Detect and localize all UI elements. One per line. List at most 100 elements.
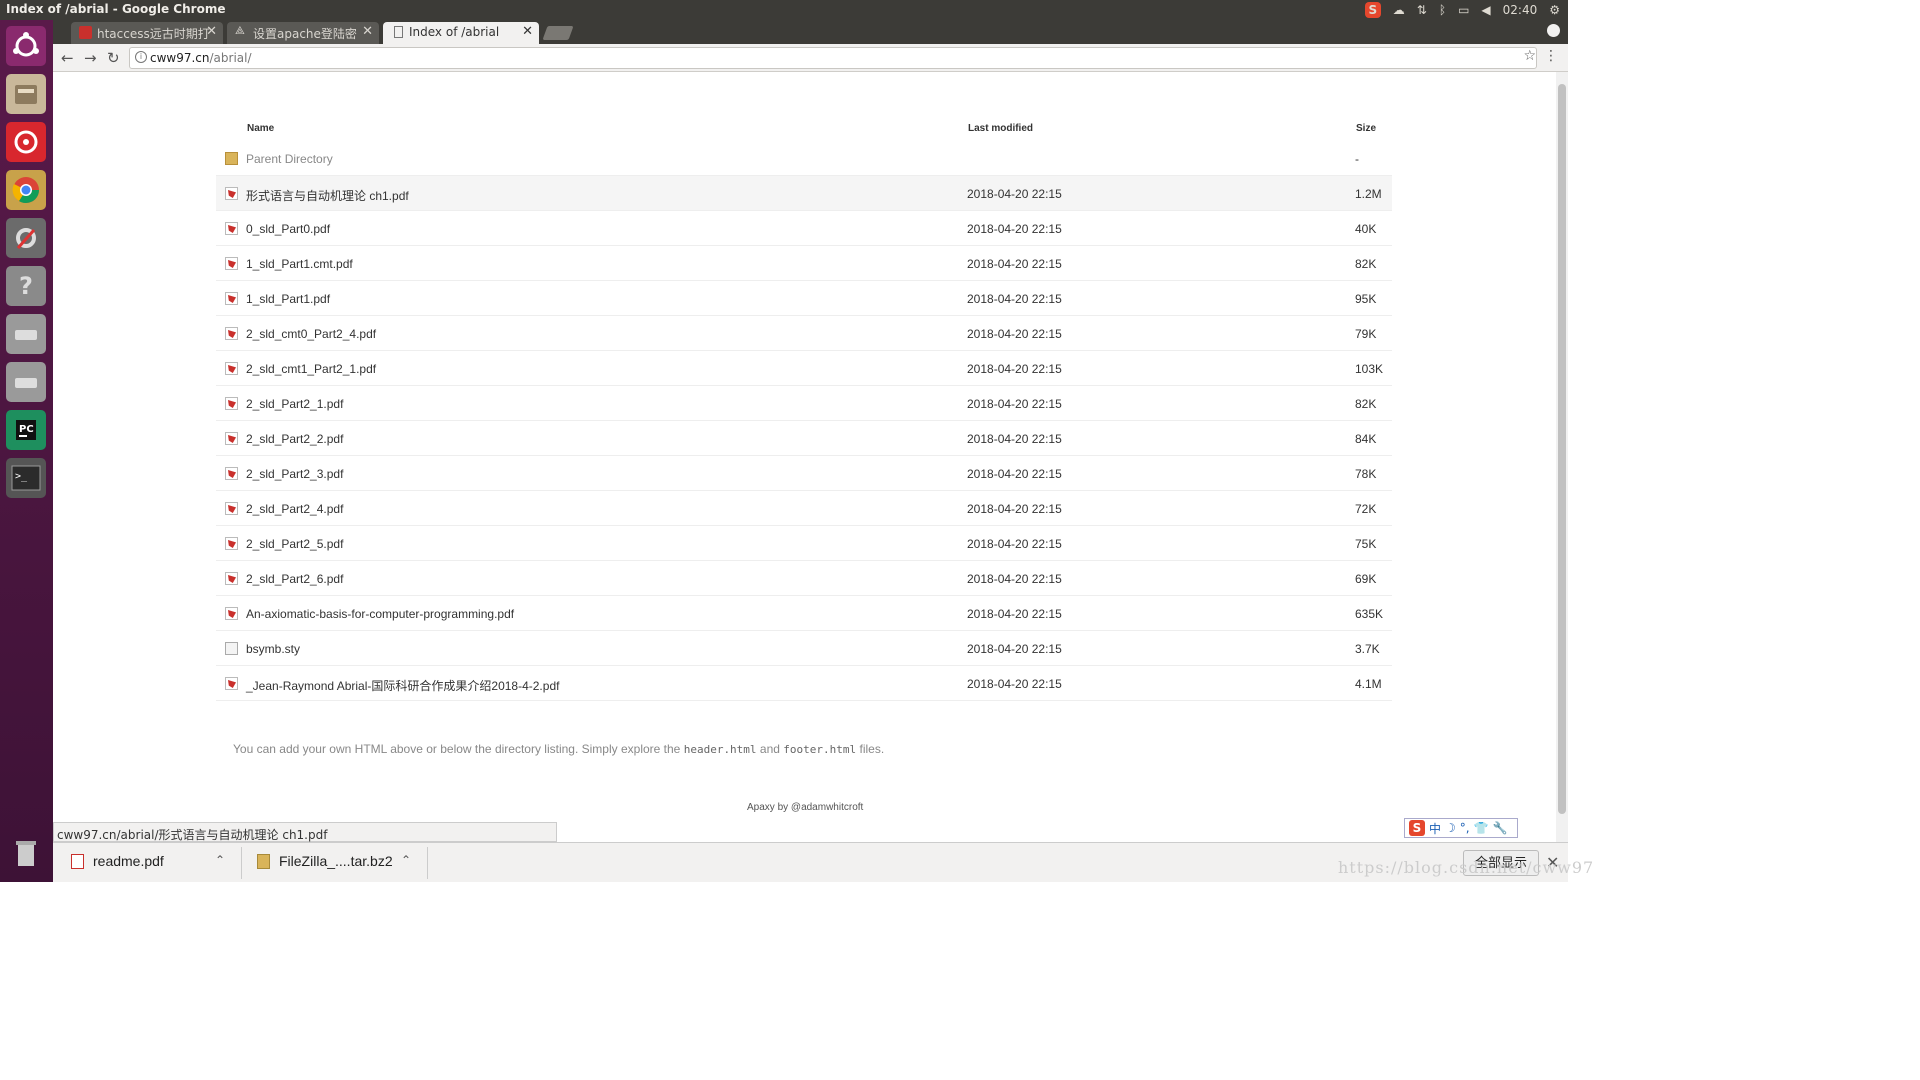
pycharm-icon[interactable]: PC bbox=[6, 410, 46, 450]
file-size: 635K bbox=[1355, 607, 1384, 621]
info-icon[interactable]: i bbox=[135, 51, 147, 63]
tab-apache[interactable]: ⟁ 设置apache登陆密 ✕ bbox=[227, 22, 379, 44]
apaxy-credit[interactable]: Apaxy by @adamwhitcroft bbox=[747, 802, 863, 813]
site-favicon-icon: ⟁ bbox=[235, 24, 245, 37]
file-row[interactable]: 1_sld_Part1.cmt.pdf 2018-04-20 22:15 82K bbox=[216, 246, 1392, 281]
download-item-filezilla[interactable]: FileZilla_....tar.bz2 ⌃ bbox=[257, 853, 411, 869]
chrome-menu-icon[interactable]: ⋮ bbox=[1544, 48, 1558, 64]
settings-gear-icon[interactable]: ⚙ bbox=[1549, 3, 1560, 17]
file-row[interactable]: An-axiomatic-basis-for-computer-programm… bbox=[216, 596, 1392, 631]
divider bbox=[427, 847, 428, 879]
parent-directory-link[interactable]: Parent Directory bbox=[246, 152, 333, 166]
pdf-file-icon bbox=[225, 572, 238, 585]
pdf-file-icon bbox=[225, 397, 238, 410]
pdf-file-icon bbox=[225, 607, 238, 620]
chrome-icon[interactable] bbox=[6, 170, 46, 210]
file-link[interactable]: 2_sld_Part2_6.pdf bbox=[246, 572, 343, 586]
file-link[interactable]: An-axiomatic-basis-for-computer-programm… bbox=[246, 607, 514, 621]
clock[interactable]: 02:40 bbox=[1503, 3, 1538, 17]
address-bar[interactable]: i cww97.cn/abrial/ bbox=[129, 47, 1537, 69]
file-row[interactable]: 1_sld_Part1.pdf 2018-04-20 22:15 95K bbox=[216, 281, 1392, 316]
chevron-up-icon[interactable]: ⌃ bbox=[215, 853, 225, 867]
file-link[interactable]: _Jean-Raymond Abrial-国际科研合作成果介绍2018-4-2.… bbox=[246, 677, 559, 694]
drive-icon[interactable] bbox=[6, 314, 46, 354]
sogou-ime-toolbar[interactable]: S 中 ☽ °, 👕 🔧 bbox=[1404, 818, 1518, 838]
chevron-up-icon[interactable]: ⌃ bbox=[401, 853, 411, 867]
vertical-scrollbar[interactable] bbox=[1556, 72, 1568, 842]
parent-directory-row[interactable]: Parent Directory - bbox=[216, 141, 1392, 176]
file-row[interactable]: 形式语言与自动机理论 ch1.pdf 2018-04-20 22:15 1.2M bbox=[216, 176, 1392, 211]
file-size: 72K bbox=[1355, 502, 1377, 516]
tab-index-abrial[interactable]: Index of /abrial ✕ bbox=[383, 22, 539, 44]
file-link[interactable]: 形式语言与自动机理论 ch1.pdf bbox=[246, 187, 409, 204]
reload-icon[interactable]: ↻ bbox=[107, 49, 120, 67]
file-link[interactable]: 2_sld_cmt1_Part2_1.pdf bbox=[246, 362, 376, 376]
name-column-header[interactable]: Name bbox=[247, 123, 274, 134]
modified-column-header[interactable]: Last modified bbox=[968, 123, 1033, 134]
file-link[interactable]: 2_sld_Part2_5.pdf bbox=[246, 537, 343, 551]
close-tab-icon[interactable]: ✕ bbox=[522, 24, 533, 39]
file-modified: 2018-04-20 22:15 bbox=[967, 607, 1062, 621]
wechat-icon[interactable]: ☁ bbox=[1393, 3, 1405, 17]
terminal-icon[interactable]: >_ bbox=[6, 458, 46, 498]
file-row[interactable]: 2_sld_Part2_3.pdf 2018-04-20 22:15 78K bbox=[216, 456, 1392, 491]
half-width-moon-icon[interactable]: ☽ bbox=[1445, 821, 1456, 835]
forward-arrow-icon[interactable]: → bbox=[84, 49, 97, 67]
pdf-file-icon bbox=[225, 467, 238, 480]
file-row[interactable]: _Jean-Raymond Abrial-国际科研合作成果介绍2018-4-2.… bbox=[216, 666, 1392, 701]
download-filename: FileZilla_....tar.bz2 bbox=[279, 853, 393, 869]
file-link[interactable]: bsymb.sty bbox=[246, 642, 300, 656]
file-row[interactable]: 2_sld_Part2_5.pdf 2018-04-20 22:15 75K bbox=[216, 526, 1392, 561]
file-link[interactable]: 2_sld_Part2_1.pdf bbox=[246, 397, 343, 411]
trash-icon[interactable] bbox=[6, 834, 46, 874]
skin-shirt-icon[interactable]: 👕 bbox=[1474, 821, 1489, 835]
file-row[interactable]: 2_sld_cmt1_Part2_1.pdf 2018-04-20 22:15 10… bbox=[216, 351, 1392, 386]
file-link[interactable]: 1_sld_Part1.cmt.pdf bbox=[246, 257, 353, 271]
netease-music-icon[interactable] bbox=[6, 122, 46, 162]
file-row[interactable]: 2_sld_Part2_2.pdf 2018-04-20 22:15 84K bbox=[216, 421, 1392, 456]
file-link[interactable]: 2_sld_Part2_4.pdf bbox=[246, 502, 343, 516]
tab-label: 设置apache登陆密 bbox=[253, 27, 357, 41]
drive-icon-2[interactable] bbox=[6, 362, 46, 402]
sogou-icon[interactable]: S bbox=[1364, 2, 1381, 18]
file-link[interactable]: 1_sld_Part1.pdf bbox=[246, 292, 330, 306]
url-path: /abrial/ bbox=[209, 51, 252, 65]
file-row[interactable]: 2_sld_Part2_1.pdf 2018-04-20 22:15 82K bbox=[216, 386, 1392, 421]
file-size: 3.7K bbox=[1355, 642, 1380, 656]
file-link[interactable]: 2_sld_Part2_2.pdf bbox=[246, 432, 343, 446]
file-row[interactable]: 2_sld_cmt0_Part2_4.pdf 2018-04-20 22:15 79… bbox=[216, 316, 1392, 351]
profile-icon[interactable] bbox=[1547, 24, 1560, 37]
ime-mode-label[interactable]: 中 bbox=[1429, 820, 1441, 837]
back-arrow-icon[interactable]: ← bbox=[61, 49, 74, 67]
sogou-icon[interactable]: S bbox=[1409, 820, 1425, 836]
file-modified: 2018-04-20 22:15 bbox=[967, 257, 1062, 271]
punctuation-icon[interactable]: °, bbox=[1460, 821, 1470, 835]
ubuntu-dash-icon[interactable] bbox=[6, 26, 46, 66]
new-tab-button[interactable] bbox=[542, 26, 574, 40]
system-settings-icon[interactable] bbox=[6, 218, 46, 258]
file-link[interactable]: 0_sld_Part0.pdf bbox=[246, 222, 330, 236]
file-link[interactable]: 2_sld_Part2_3.pdf bbox=[246, 467, 343, 481]
files-icon[interactable] bbox=[6, 74, 46, 114]
file-link[interactable]: 2_sld_cmt0_Part2_4.pdf bbox=[246, 327, 376, 341]
battery-icon[interactable]: ▭ bbox=[1458, 3, 1469, 17]
file-row[interactable]: bsymb.sty 2018-04-20 22:15 3.7K bbox=[216, 631, 1392, 666]
volume-icon[interactable]: ◀ bbox=[1481, 3, 1490, 17]
file-row[interactable]: 2_sld_Part2_4.pdf 2018-04-20 22:15 72K bbox=[216, 491, 1392, 526]
close-tab-icon[interactable]: ✕ bbox=[362, 24, 373, 39]
size-column-header[interactable]: Size bbox=[1356, 123, 1376, 134]
pdf-file-icon bbox=[225, 187, 238, 200]
file-row[interactable]: 0_sld_Part0.pdf 2018-04-20 22:15 40K bbox=[216, 211, 1392, 246]
file-size: 4.1M bbox=[1355, 677, 1382, 691]
wrench-icon[interactable]: 🔧 bbox=[1493, 821, 1508, 835]
tab-htaccess[interactable]: htaccess远古时期打 ✕ bbox=[71, 22, 223, 44]
file-row[interactable]: 2_sld_Part2_6.pdf 2018-04-20 22:15 69K bbox=[216, 561, 1392, 596]
scrollbar-thumb[interactable] bbox=[1558, 84, 1566, 814]
download-item-readme[interactable]: readme.pdf ⌃ bbox=[71, 853, 225, 869]
csdn-favicon-icon bbox=[79, 26, 92, 39]
close-tab-icon[interactable]: ✕ bbox=[206, 24, 217, 39]
bluetooth-icon[interactable]: ᛒ bbox=[1439, 3, 1446, 17]
bookmark-star-icon[interactable]: ☆ bbox=[1523, 48, 1536, 64]
network-icon[interactable]: ⇅ bbox=[1417, 3, 1427, 17]
help-icon[interactable]: ? bbox=[6, 266, 46, 306]
